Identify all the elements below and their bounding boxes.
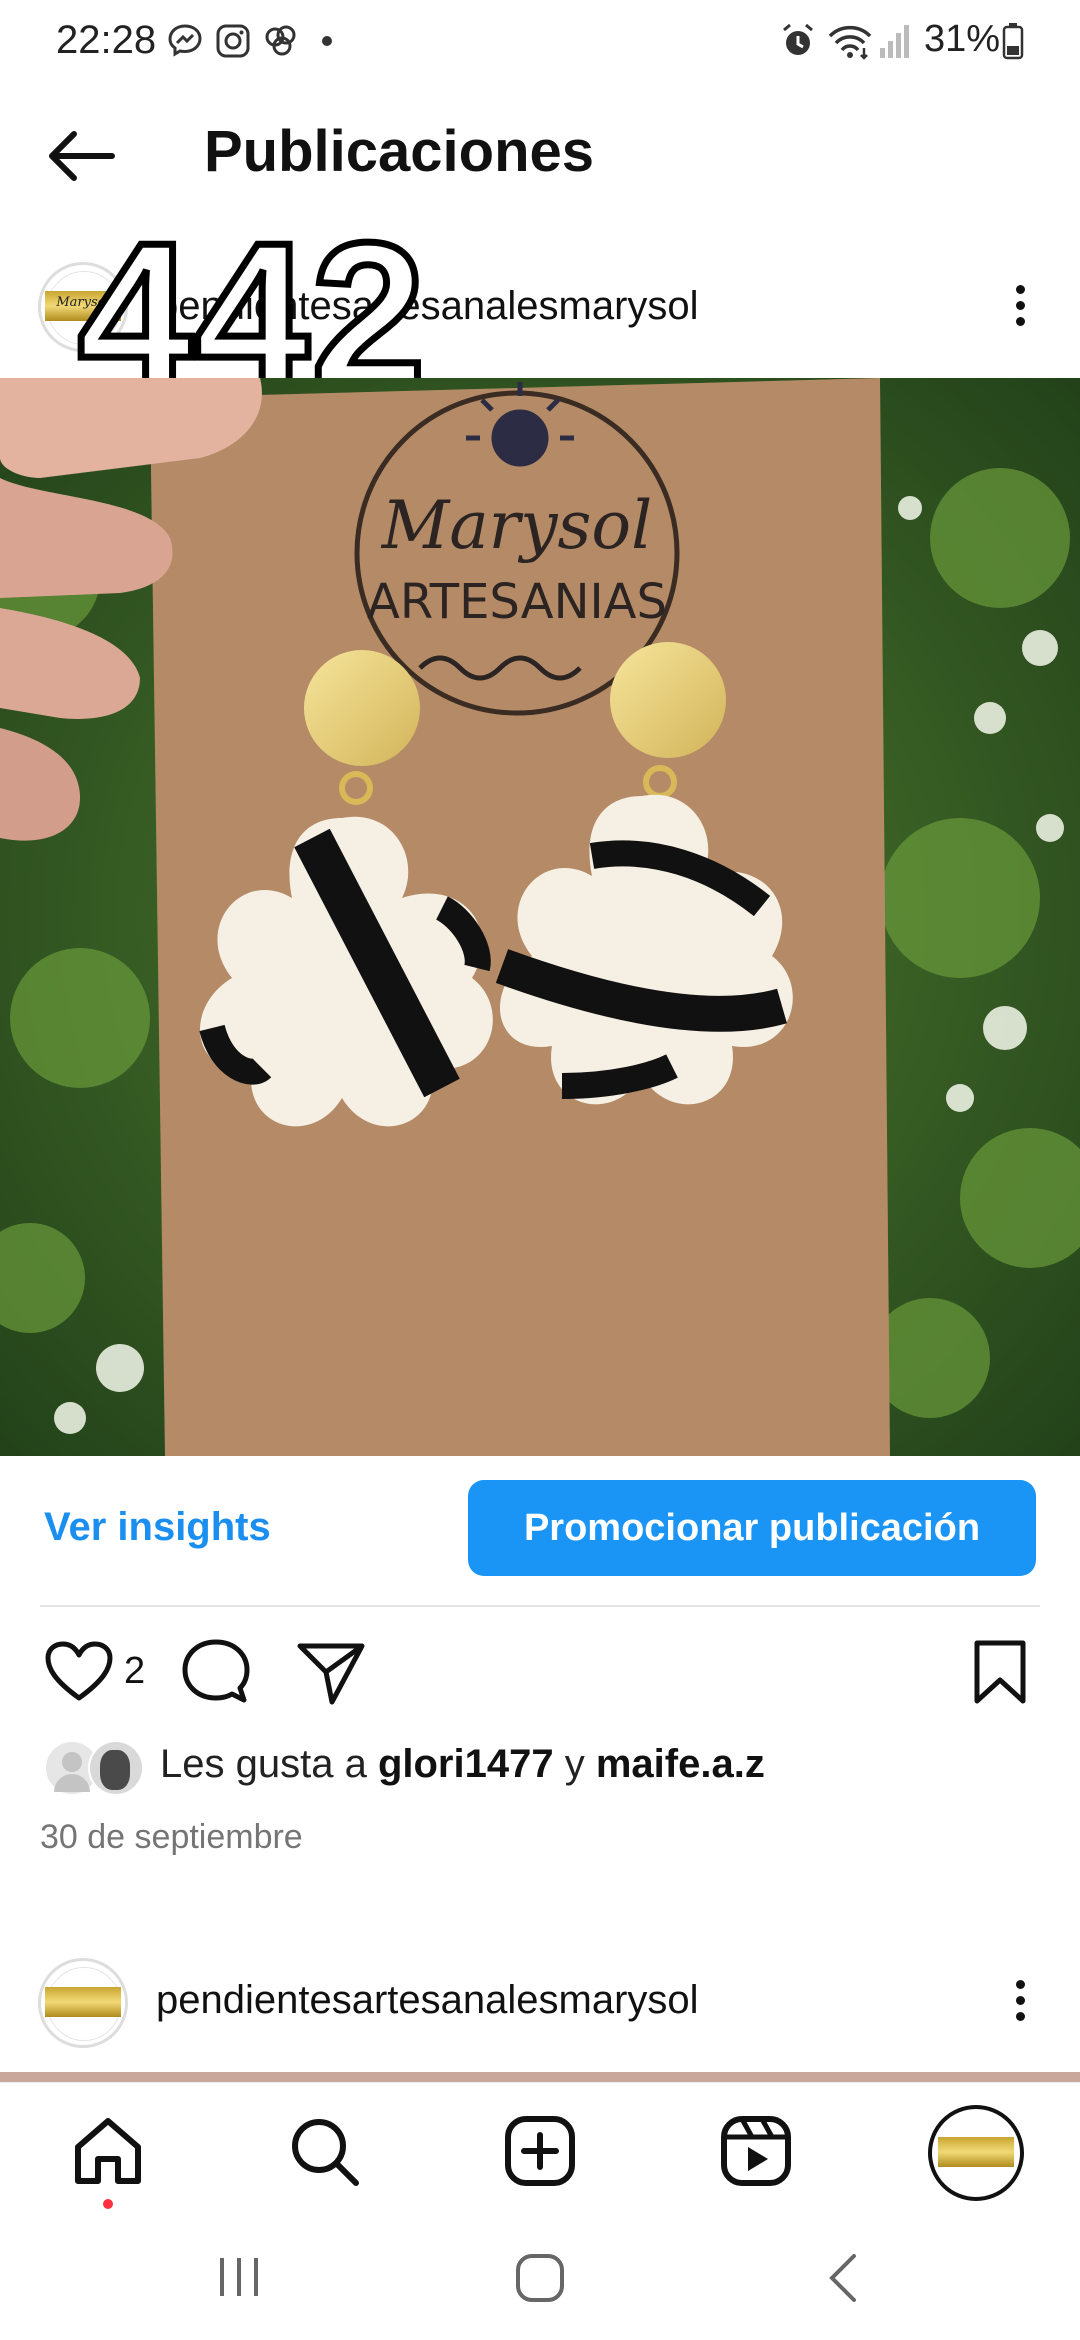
- battery-icon: [1002, 23, 1024, 60]
- liker-username-1[interactable]: glori1477: [378, 1742, 554, 1786]
- post-date: 30 de septiembre: [40, 1818, 303, 1856]
- heart-icon[interactable]: [44, 1640, 114, 1704]
- nav-create[interactable]: [502, 2113, 578, 2189]
- bottom-nav: [0, 2082, 1080, 2217]
- likes-prefix: Les gusta a: [160, 1742, 367, 1786]
- like-count[interactable]: 2: [124, 1650, 145, 1693]
- notification-dot: [103, 2199, 113, 2209]
- status-bar: 22:28 31%: [0, 0, 1080, 84]
- back-arrow-icon: [49, 131, 115, 181]
- create-icon: [505, 2116, 575, 2186]
- promote-post-button[interactable]: Promocionar publicación: [468, 1480, 1036, 1576]
- earrings-photo: Marysol ARTESANIAS: [0, 378, 1080, 1456]
- reels-icon: [721, 2116, 791, 2186]
- dot-icon: [322, 36, 332, 46]
- card-brand-text: Marysol: [381, 487, 652, 564]
- next-post-photo[interactable]: [0, 2072, 1080, 2082]
- view-insights-link[interactable]: Ver insights: [44, 1505, 271, 1550]
- wifi-icon: [828, 25, 872, 60]
- next-post-username[interactable]: pendientesartesanalesmarysol: [156, 1978, 699, 2023]
- likes-joiner: y: [564, 1742, 585, 1786]
- bookmark-icon[interactable]: [972, 1638, 1028, 1706]
- card-subtitle-text: ARTESANIAS: [367, 574, 667, 630]
- threads-icon: [265, 25, 296, 56]
- battery-percent: 31%: [924, 18, 1001, 60]
- back-button[interactable]: [40, 118, 140, 198]
- post-options-button[interactable]: [1000, 275, 1040, 335]
- liker-username-2[interactable]: maife.a.z: [596, 1742, 765, 1786]
- recents-icon[interactable]: [214, 2254, 264, 2300]
- nav-reels[interactable]: [718, 2113, 794, 2189]
- status-time: 22:28: [56, 18, 157, 62]
- messenger-icon: [168, 24, 202, 57]
- back-chevron-icon[interactable]: [824, 2252, 864, 2304]
- nav-home[interactable]: [70, 2113, 146, 2209]
- nav-search[interactable]: [286, 2113, 362, 2189]
- page-title: Publicaciones: [204, 119, 595, 184]
- post-photo[interactable]: Marysol ARTESANIAS: [0, 378, 1080, 1456]
- system-nav-bar: [0, 2220, 1080, 2340]
- likes-summary[interactable]: Les gusta a glori1477 y maife.a.z: [160, 1742, 765, 1787]
- comment-icon[interactable]: [180, 1638, 252, 1708]
- next-post-avatar[interactable]: [38, 1958, 128, 2048]
- search-icon: [292, 2119, 359, 2186]
- instagram-icon: [216, 24, 250, 58]
- share-icon[interactable]: [296, 1640, 366, 1706]
- signal-icon: [880, 25, 909, 58]
- divider: [40, 1605, 1040, 1607]
- next-post-options-button[interactable]: [1000, 1970, 1040, 2030]
- liker-avatar-2[interactable]: [88, 1740, 144, 1796]
- home-circle-icon[interactable]: [514, 2252, 566, 2304]
- alarm-icon: [783, 23, 813, 55]
- profile-avatar[interactable]: [928, 2105, 1024, 2201]
- home-icon: [75, 2118, 141, 2184]
